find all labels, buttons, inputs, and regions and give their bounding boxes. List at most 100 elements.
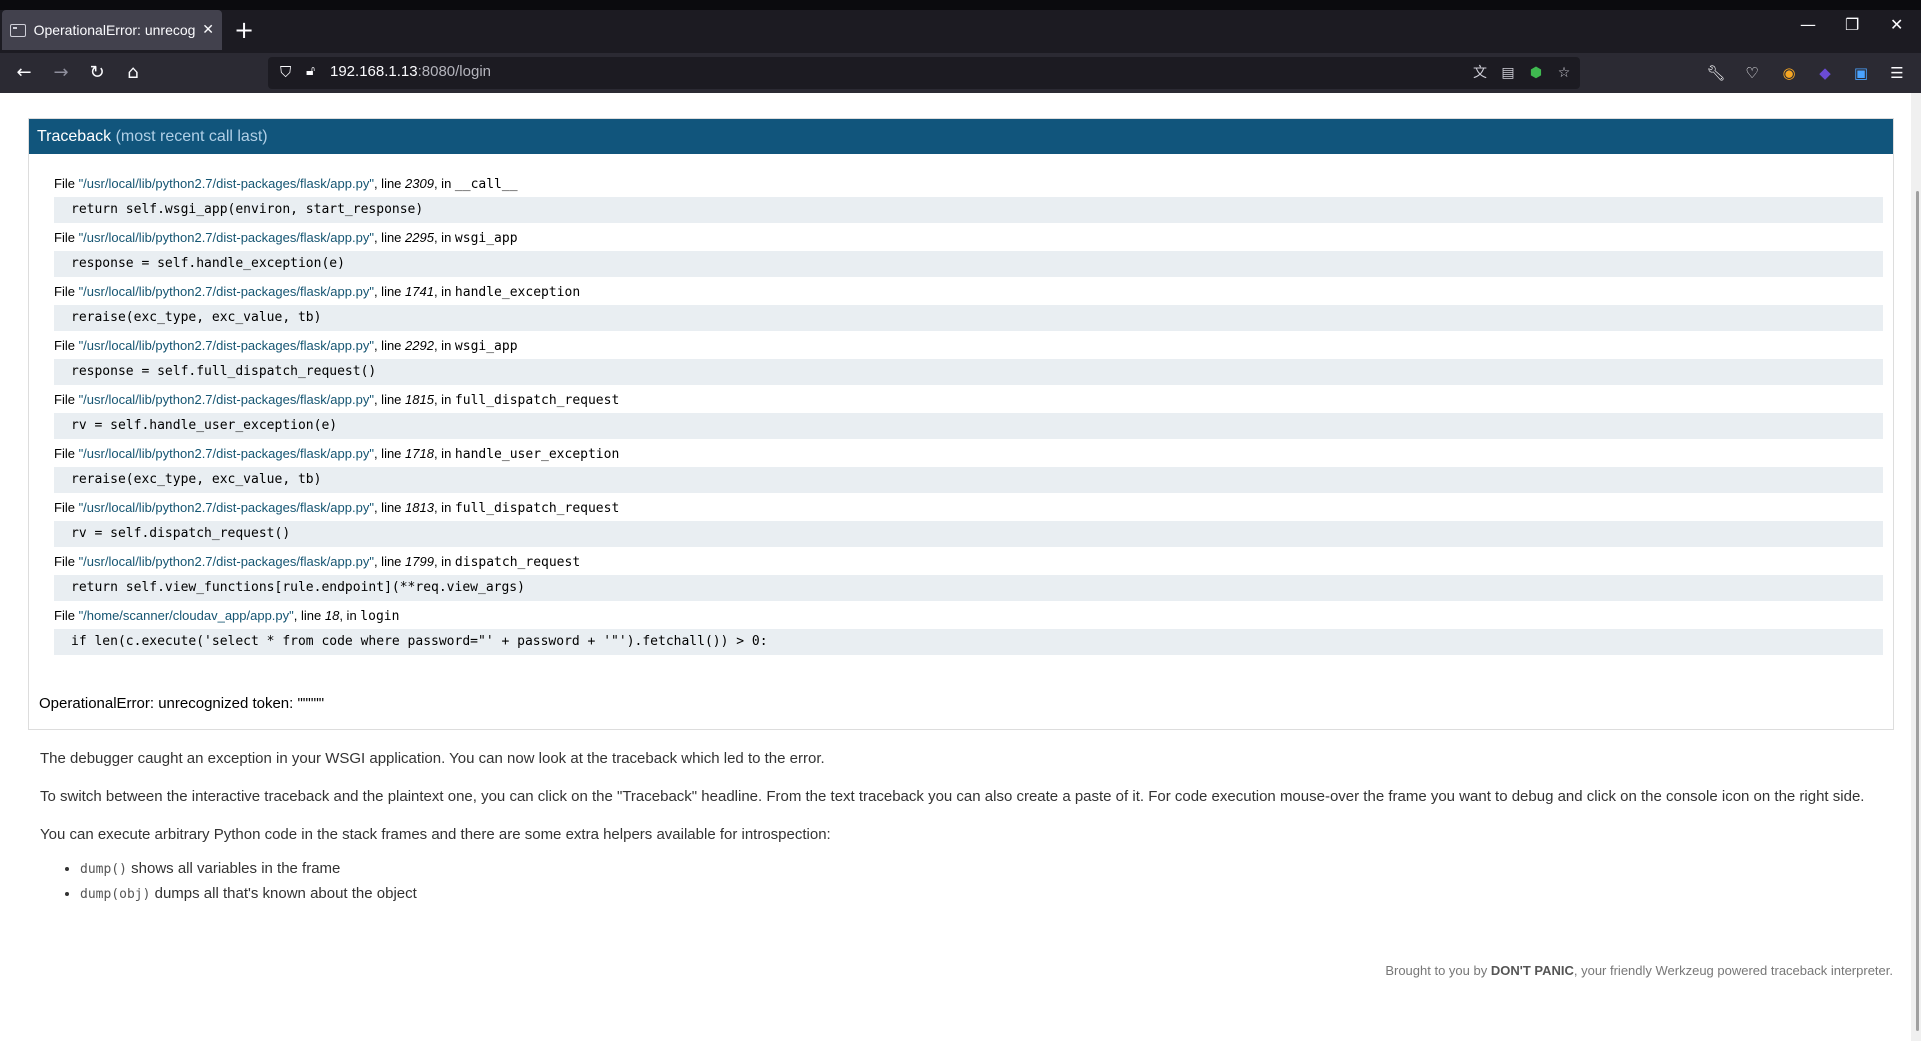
frame-source-line[interactable]: reraise(exc_type, exc_value, tb) — [54, 304, 1883, 331]
frame-source-line[interactable]: rv = self.handle_user_exception(e) — [54, 412, 1883, 439]
frame-line-label: , line — [373, 500, 406, 515]
minimize-icon[interactable]: — — [1800, 15, 1816, 34]
wrench-icon[interactable]: 🔧︎ — [1706, 63, 1726, 83]
insecure-lock-icon[interactable]: 🔓︎ — [306, 63, 315, 79]
frame-line-number: 2295 — [405, 230, 434, 245]
tab-bar: OperationalError: unrecognized token ✕ +… — [0, 0, 1921, 53]
frame-filename: "/usr/local/lib/python2.7/dist-packages/… — [78, 446, 374, 461]
back-icon[interactable]: ← — [12, 61, 36, 85]
frame-location: File "/usr/local/lib/python2.7/dist-pack… — [54, 280, 1883, 304]
bookmark-star-icon[interactable]: ☆ — [1555, 64, 1573, 82]
reload-icon[interactable]: ↻ — [85, 61, 109, 85]
frame-line-label: , line — [293, 608, 325, 623]
explanation-paragraph: To switch between the interactive traceb… — [40, 788, 1865, 805]
frame-filename: "/usr/local/lib/python2.7/dist-packages/… — [78, 392, 374, 407]
forward-icon[interactable]: → — [49, 61, 73, 85]
frame-filename: "/home/scanner/cloudav_app/app.py" — [78, 608, 294, 623]
frame-function: wsgi_app — [454, 231, 518, 246]
frame-in-label: , in — [433, 176, 455, 191]
frame-location: File "/usr/local/lib/python2.7/dist-pack… — [54, 334, 1883, 358]
url-path: :8080/login — [417, 63, 491, 80]
frame-source-line[interactable]: return self.wsgi_app(environ, start_resp… — [54, 196, 1883, 223]
helper-list: dump() shows all variables in the frame … — [40, 859, 1880, 905]
frame-line-label: , line — [373, 176, 406, 191]
frame-in-label: , in — [433, 230, 455, 245]
scrollbar-thumb[interactable] — [1916, 191, 1919, 1031]
frame-file-label: File — [54, 230, 79, 245]
scrollbar[interactable] — [1911, 93, 1921, 1041]
extension-badge-icon[interactable]: ◉ — [1779, 63, 1799, 83]
frame-line-number: 2309 — [405, 176, 434, 191]
extension-page-icon[interactable]: ⬢ — [1527, 64, 1545, 82]
frame-line-label: , line — [373, 446, 406, 461]
helper-text: dumps all that's known about the object — [150, 885, 417, 902]
frame-location: File "/usr/local/lib/python2.7/dist-pack… — [54, 388, 1883, 412]
frame-file-label: File — [54, 446, 79, 461]
tracking-shield-icon[interactable]: ⛉ — [280, 63, 294, 81]
frame-source-line[interactable]: rv = self.dispatch_request() — [54, 520, 1883, 547]
frame-location: File "/home/scanner/cloudav_app/app.py",… — [54, 604, 1883, 628]
frame-function: __call__ — [454, 177, 518, 192]
tab-title: OperationalError: unrecognized token — [33, 22, 197, 38]
browser-tab[interactable]: OperationalError: unrecognized token ✕ — [2, 10, 222, 50]
frame-line-label: , line — [373, 554, 406, 569]
footer-prefix: Brought to you by — [1385, 963, 1491, 978]
frame-function: full_dispatch_request — [454, 393, 620, 408]
frame-location: File "/usr/local/lib/python2.7/dist-pack… — [54, 172, 1883, 196]
frame-function: handle_exception — [454, 285, 581, 300]
frame-in-label: , in — [433, 338, 455, 353]
new-tab-icon[interactable]: + — [234, 14, 254, 46]
frame-line-label: , line — [373, 284, 406, 299]
window-close-icon[interactable]: ✕ — [1890, 15, 1903, 34]
traceback-panel: Traceback (most recent call last) File "… — [28, 118, 1894, 730]
helper-code: dump(obj) — [80, 887, 151, 902]
frame-line-label: , line — [373, 230, 406, 245]
helper-code: dump() — [80, 862, 127, 877]
address-bar[interactable]: ⛉ 🔓︎ 192.168.1.13:8080/login 文 ▤ ⬢ ☆ — [268, 57, 1580, 89]
frame-in-label: , in — [433, 446, 455, 461]
extension-diamond-icon[interactable]: ◆ — [1815, 63, 1835, 83]
frame-line-number: 1813 — [405, 500, 434, 515]
frame-location: File "/usr/local/lib/python2.7/dist-pack… — [54, 496, 1883, 520]
frame-source-line[interactable]: response = self.handle_exception(e) — [54, 250, 1883, 277]
frame-file-label: File — [54, 608, 79, 623]
frame-location: File "/usr/local/lib/python2.7/dist-pack… — [54, 442, 1883, 466]
frame-line-number: 1815 — [405, 392, 434, 407]
traceback-subtitle: (most recent call last) — [115, 128, 268, 145]
footer-brand: DON'T PANIC — [1490, 963, 1574, 978]
traceback-title: Traceback — [37, 128, 112, 145]
frame-filename: "/usr/local/lib/python2.7/dist-packages/… — [78, 500, 374, 515]
list-item: dump() shows all variables in the frame — [80, 859, 1880, 880]
frame-line-label: , line — [373, 338, 406, 353]
restore-icon[interactable]: ❐ — [1845, 15, 1859, 34]
home-icon[interactable]: ⌂ — [121, 61, 145, 85]
frame-source-line[interactable]: if len(c.execute('select * from code whe… — [54, 628, 1883, 655]
navigation-toolbar: ← → ↻ ⌂ ⛉ 🔓︎ 192.168.1.13:8080/login 文 ▤… — [0, 53, 1921, 93]
error-message: OperationalError: unrecognized token: ""… — [39, 695, 325, 712]
frame-line-label: , line — [373, 392, 406, 407]
footer-suffix: , your friendly Werkzeug powered traceba… — [1573, 963, 1893, 978]
frame-source-line[interactable]: return self.view_functions[rule.endpoint… — [54, 574, 1883, 601]
frame-line-number: 1799 — [405, 554, 434, 569]
tab-close-icon[interactable]: ✕ — [202, 22, 214, 38]
frame-in-label: , in — [433, 284, 455, 299]
frame-file-label: File — [54, 338, 79, 353]
traceback-frames: File "/usr/local/lib/python2.7/dist-pack… — [29, 154, 1893, 655]
pocket-icon[interactable]: ♡ — [1742, 63, 1762, 83]
frame-function: dispatch_request — [454, 555, 581, 570]
frame-function: wsgi_app — [454, 339, 518, 354]
frame-file-label: File — [54, 392, 79, 407]
frame-file-label: File — [54, 284, 79, 299]
translate-icon[interactable]: 文 — [1471, 64, 1489, 82]
traceback-header[interactable]: Traceback (most recent call last) — [29, 119, 1893, 154]
frame-source-line[interactable]: response = self.full_dispatch_request() — [54, 358, 1883, 385]
url-text[interactable]: 192.168.1.13:8080/login — [330, 63, 491, 80]
frame-filename: "/usr/local/lib/python2.7/dist-packages/… — [78, 176, 374, 191]
reader-view-icon[interactable]: ▤ — [1499, 64, 1517, 82]
frame-function: handle_user_exception — [454, 447, 620, 462]
translate-extension-icon[interactable]: ▣ — [1851, 63, 1871, 83]
frame-source-line[interactable]: reraise(exc_type, exc_value, tb) — [54, 466, 1883, 493]
menu-icon[interactable]: ☰ — [1887, 63, 1907, 83]
frame-line-number: 2292 — [405, 338, 434, 353]
frame-file-label: File — [54, 554, 79, 569]
